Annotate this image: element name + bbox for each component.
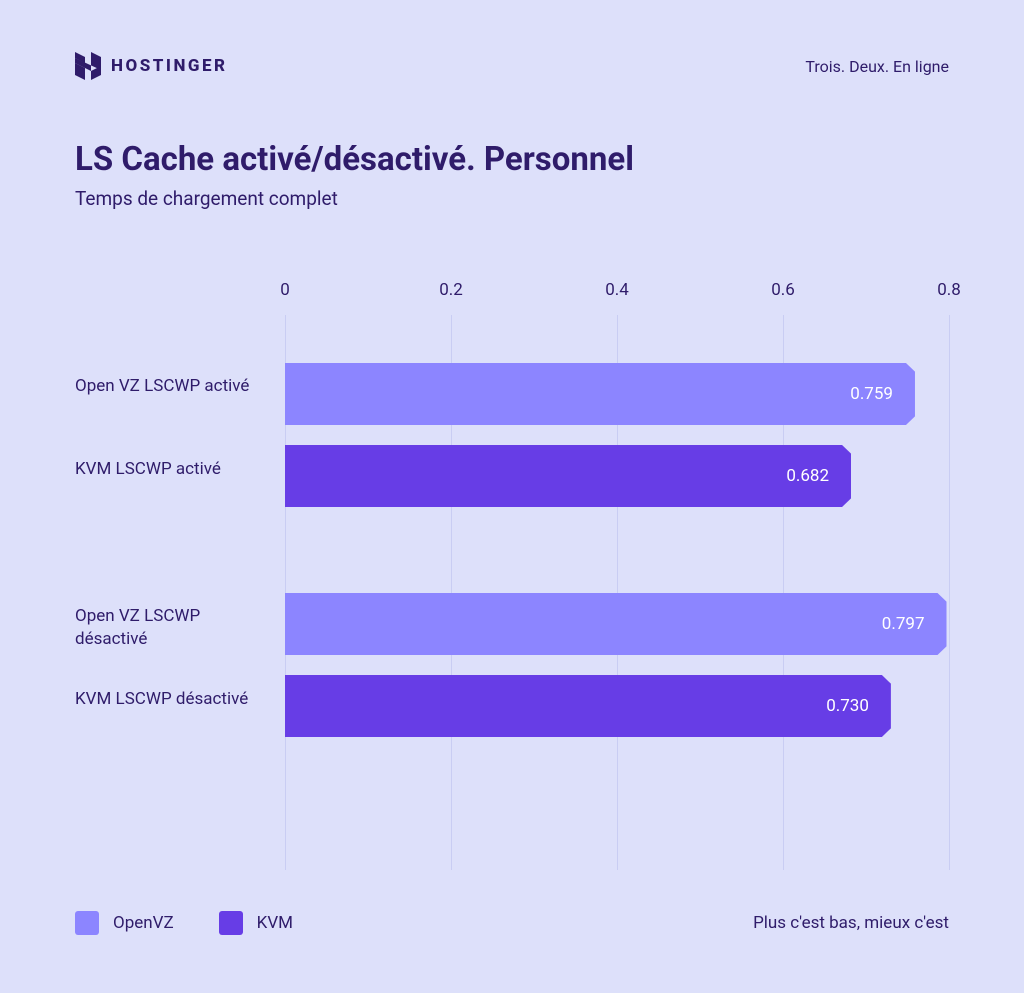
bar-label: KVM LSCWP activé [75, 458, 221, 481]
x-tick: 0.8 [937, 280, 961, 300]
x-tick: 0.2 [439, 280, 463, 300]
bar-kvm: 0.682 [285, 445, 851, 507]
footer: OpenVZ KVM Plus c'est bas, mieux c'est [75, 911, 949, 935]
chart-subtitle: Temps de chargement complet [75, 187, 634, 210]
bar-value: 0.682 [786, 466, 829, 486]
legend-item-kvm: KVM [219, 911, 293, 935]
y-axis-labels: Open VZ LSCWP activé KVM LSCWP activé Op… [75, 280, 270, 870]
legend-item-openvz: OpenVZ [75, 911, 174, 935]
chart: Open VZ LSCWP activé KVM LSCWP activé Op… [75, 280, 949, 870]
x-tick: 0 [280, 280, 290, 300]
bar-label: Open VZ LSCWP activé [75, 375, 249, 398]
bar-label: Open VZ LSCWP désactivé [75, 605, 255, 651]
plot-area: 0 0.2 0.4 0.6 0.8 0.759 0.682 0.797 0.73… [285, 280, 949, 870]
swatch-icon [219, 911, 243, 935]
tagline: Trois. Deux. En ligne [805, 57, 949, 76]
title-block: LS Cache activé/désactivé. Personnel Tem… [75, 140, 634, 210]
gridlines: 0.759 0.682 0.797 0.730 [285, 315, 949, 870]
x-tick: 0.4 [605, 280, 629, 300]
bar-openvz: 0.759 [285, 363, 915, 425]
brand: HOSTINGER [75, 52, 228, 80]
bar-value: 0.759 [850, 384, 893, 404]
header: HOSTINGER Trois. Deux. En ligne [75, 52, 949, 80]
legend-label: OpenVZ [113, 913, 174, 933]
bar-value: 0.797 [882, 614, 925, 634]
hostinger-logo-icon [75, 52, 101, 80]
legend: OpenVZ KVM [75, 911, 293, 935]
grid-line [949, 315, 950, 870]
brand-name: HOSTINGER [111, 56, 228, 76]
swatch-icon [75, 911, 99, 935]
x-tick: 0.6 [771, 280, 795, 300]
bar-openvz: 0.797 [285, 593, 947, 655]
legend-label: KVM [257, 913, 293, 933]
footnote: Plus c'est bas, mieux c'est [753, 913, 949, 933]
bar-kvm: 0.730 [285, 675, 891, 737]
bar-value: 0.730 [826, 696, 869, 716]
chart-title: LS Cache activé/désactivé. Personnel [75, 140, 634, 179]
bar-label: KVM LSCWP désactivé [75, 688, 248, 711]
